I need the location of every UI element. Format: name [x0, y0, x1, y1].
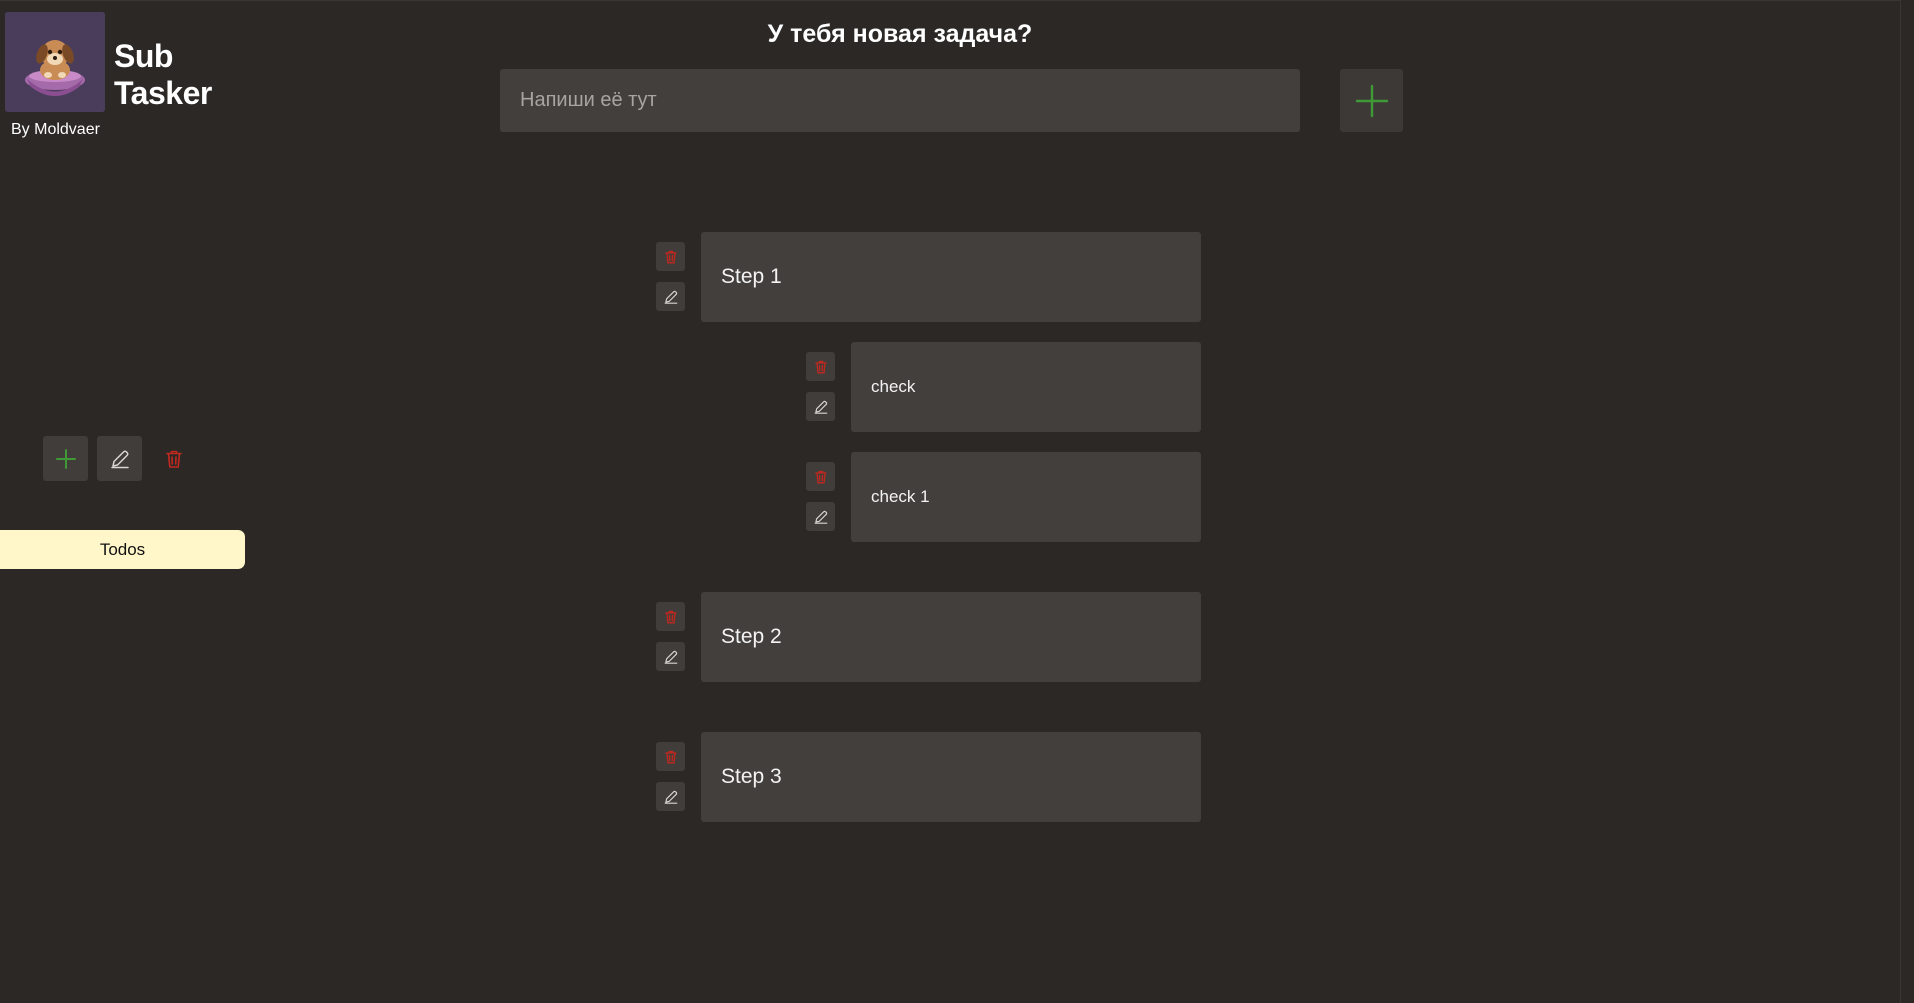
new-task-input[interactable]: [500, 69, 1300, 132]
sidebar-item-todos[interactable]: Todos: [0, 530, 245, 569]
edit-list-button[interactable]: [97, 436, 142, 481]
list-actions-toolbar: [43, 436, 196, 481]
top-border: [0, 0, 1914, 1]
trash-icon: [664, 750, 677, 763]
edit-task-button[interactable]: [656, 282, 685, 311]
delete-subtask-button[interactable]: [806, 352, 835, 381]
edit-task-button[interactable]: [656, 782, 685, 811]
task-card[interactable]: Step 2: [701, 592, 1201, 682]
author-credit: By Moldvaer: [11, 121, 100, 138]
app-title: Sub Tasker: [114, 38, 212, 112]
delete-task-button[interactable]: [656, 742, 685, 771]
delete-task-button[interactable]: [656, 602, 685, 631]
plus-icon: [55, 448, 76, 469]
trash-icon: [814, 360, 827, 373]
trash-icon: [664, 250, 677, 263]
task-actions: [656, 742, 685, 811]
trash-icon: [814, 470, 827, 483]
pencil-icon: [110, 450, 129, 468]
puppy-logo-icon: [5, 12, 105, 112]
task-actions: [656, 602, 685, 671]
subtask-card[interactable]: check: [851, 342, 1201, 432]
vertical-scrollbar[interactable]: [1900, 0, 1914, 1003]
pencil-icon: [664, 290, 677, 304]
app-title-line1: Sub: [114, 38, 173, 74]
pencil-icon: [814, 510, 827, 524]
pencil-icon: [664, 790, 677, 804]
task-card[interactable]: Step 3: [701, 732, 1201, 822]
subtask-label: check 1: [871, 487, 930, 506]
subtask-actions: [806, 352, 835, 421]
delete-task-button[interactable]: [656, 242, 685, 271]
edit-subtask-button[interactable]: [806, 392, 835, 421]
app-title-line2: Tasker: [114, 75, 212, 111]
task-card[interactable]: Step 1: [701, 232, 1201, 322]
add-task-button[interactable]: [1340, 69, 1403, 132]
delete-list-button[interactable]: [151, 436, 196, 481]
task-label: Step 2: [721, 625, 782, 648]
app-logo: [5, 12, 105, 112]
edit-task-button[interactable]: [656, 642, 685, 671]
pencil-icon: [814, 400, 827, 414]
trash-icon: [165, 450, 182, 468]
plus-icon: [1355, 84, 1388, 117]
subtask-actions: [806, 462, 835, 531]
task-actions: [656, 242, 685, 311]
delete-subtask-button[interactable]: [806, 462, 835, 491]
task-label: Step 3: [721, 765, 782, 788]
trash-icon: [664, 610, 677, 623]
add-list-button[interactable]: [43, 436, 88, 481]
pencil-icon: [664, 650, 677, 664]
edit-subtask-button[interactable]: [806, 502, 835, 531]
new-task-prompt: У тебя новая задача?: [767, 20, 1033, 48]
task-label: Step 1: [721, 265, 782, 288]
subtask-card[interactable]: check 1: [851, 452, 1201, 542]
subtask-label: check: [871, 377, 916, 396]
